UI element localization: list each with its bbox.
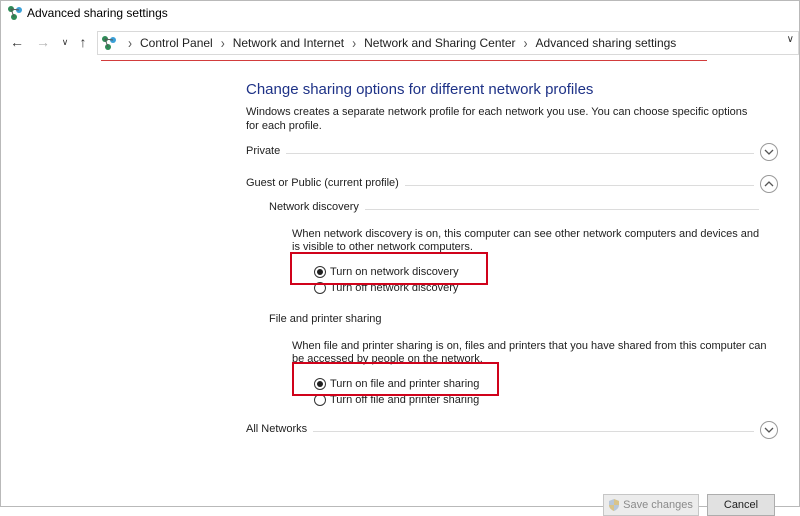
address-underline — [101, 60, 707, 61]
file-printer-sharing-header: File and printer sharing — [269, 313, 759, 329]
page-title: Change sharing options for different net… — [246, 81, 594, 98]
profile-private-row[interactable]: Private — [246, 143, 778, 163]
breadcrumb: › Control Panel › Network and Internet ›… — [120, 32, 676, 54]
window: Advanced sharing settings ← → ∨ ↑ › Cont… — [0, 0, 800, 516]
divider — [246, 431, 754, 432]
breadcrumb-separator-icon[interactable]: › — [221, 35, 225, 52]
network-discovery-description: When network discovery is on, this compu… — [292, 228, 760, 253]
breadcrumb-advanced-sharing-settings[interactable]: Advanced sharing settings — [536, 36, 677, 50]
navigation-bar: ← → ∨ ↑ › Control Panel › Network and In… — [1, 29, 799, 57]
back-arrow-icon[interactable]: ← — [7, 32, 27, 52]
title-bar: Advanced sharing settings — [1, 1, 799, 27]
page-description: Windows creates a separate network profi… — [246, 106, 748, 132]
up-arrow-icon[interactable]: ↑ — [73, 32, 93, 52]
breadcrumb-separator-icon[interactable]: › — [524, 35, 528, 52]
address-dropdown-icon[interactable]: ∨ — [787, 34, 794, 45]
file-printer-sharing-label: File and printer sharing — [269, 313, 388, 325]
breadcrumb-network-and-sharing-center[interactable]: Network and Sharing Center — [364, 36, 515, 50]
breadcrumb-network-and-internet[interactable]: Network and Internet — [233, 36, 344, 50]
collapse-chevron-icon[interactable] — [760, 175, 778, 193]
profile-all-networks-row[interactable]: All Networks — [246, 421, 778, 441]
cancel-label[interactable]: Cancel — [724, 499, 758, 511]
expand-chevron-icon[interactable] — [760, 421, 778, 439]
profile-private-label[interactable]: Private — [246, 145, 287, 157]
forward-arrow-icon[interactable]: → — [33, 32, 53, 52]
save-changes-button[interactable]: Save changes — [603, 494, 699, 516]
control-panel-network-icon — [102, 36, 116, 50]
network-discovery-label: Network discovery — [269, 201, 365, 213]
network-icon — [8, 6, 22, 20]
profile-guest-public-label[interactable]: Guest or Public (current profile) — [246, 177, 405, 189]
expand-chevron-icon[interactable] — [760, 143, 778, 161]
uac-shield-icon — [609, 499, 620, 511]
divider — [246, 153, 754, 154]
highlight-box — [290, 252, 488, 285]
breadcrumb-separator-icon[interactable]: › — [352, 35, 356, 52]
recent-locations-chevron-icon[interactable]: ∨ — [55, 32, 75, 52]
cancel-button[interactable]: Cancel — [707, 494, 775, 516]
breadcrumb-control-panel[interactable]: Control Panel — [140, 36, 213, 50]
address-bar[interactable]: › Control Panel › Network and Internet ›… — [97, 31, 799, 55]
content-area: Change sharing options for different net… — [1, 63, 799, 516]
highlight-box — [292, 362, 499, 396]
save-changes-label[interactable]: Save changes — [623, 499, 693, 511]
window-title: Advanced sharing settings — [27, 6, 168, 20]
profile-guest-public-row[interactable]: Guest or Public (current profile) — [246, 175, 778, 195]
profile-all-networks-label[interactable]: All Networks — [246, 423, 314, 435]
breadcrumb-separator-icon[interactable]: › — [128, 35, 132, 52]
network-discovery-header: Network discovery — [269, 201, 759, 217]
